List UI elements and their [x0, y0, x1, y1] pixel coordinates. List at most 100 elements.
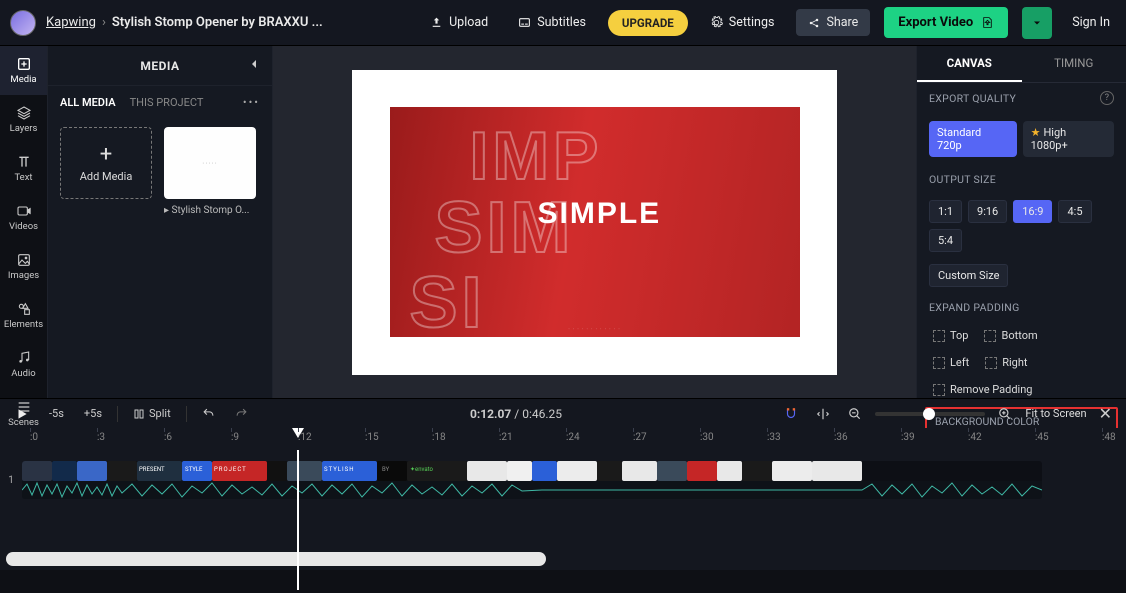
timeline-scrollbar[interactable] — [6, 552, 546, 566]
magnet-icon — [784, 407, 798, 421]
section-output-size: OUTPUT SIZE — [917, 165, 1126, 194]
tab-timing[interactable]: TIMING — [1022, 46, 1126, 82]
topbar: Kapwing › Stylish Stomp Opener by BRAXXU… — [0, 0, 1126, 46]
media-grid: + Add Media ····· ▸ Stylish Stomp O... — [48, 119, 272, 224]
left-rail: Media Layers Text Videos Images Elements… — [0, 46, 48, 398]
quality-high[interactable]: ★High 1080p+ — [1023, 121, 1114, 157]
playhead-line[interactable] — [297, 450, 299, 590]
upload-button[interactable]: Upload — [422, 10, 496, 35]
rail-videos[interactable]: Videos — [0, 193, 47, 242]
rail-layers[interactable]: Layers — [0, 95, 47, 144]
size-16-9[interactable]: 16:9 — [1013, 200, 1052, 223]
redo-button[interactable] — [230, 404, 253, 423]
videos-icon — [16, 203, 32, 219]
label-export-quality: EXPORT QUALITY ? — [929, 91, 1114, 105]
breadcrumb-project[interactable]: Stylish Stomp Opener by BRAXXU ... — [112, 15, 323, 30]
rail-images[interactable]: Images — [0, 242, 47, 291]
size-1-1[interactable]: 1:1 — [929, 200, 962, 223]
video-preview[interactable]: IMP SIM SI SIMPLE · · · · · · · · · · · … — [390, 107, 800, 337]
magnet-button[interactable] — [779, 404, 803, 424]
timeline-body[interactable]: 1 PRESENT STYLE PROJECT STYLISH BY ✦enva… — [0, 450, 1126, 570]
star-icon: ★ — [1031, 126, 1041, 139]
help-icon[interactable]: ? — [1100, 91, 1114, 105]
undo-icon — [202, 407, 215, 420]
track-number: 1 — [0, 475, 22, 486]
export-label: Export Video — [898, 15, 973, 30]
ruler-tick: :39 — [901, 432, 915, 443]
main: Media Layers Text Videos Images Elements… — [0, 46, 1126, 398]
zoom-in-button[interactable] — [993, 404, 1017, 424]
subtitles-icon — [518, 16, 531, 29]
layers-icon — [16, 105, 32, 121]
timecode-total: 0:46.25 — [522, 407, 562, 421]
padding-bottom[interactable]: Bottom — [980, 326, 1041, 345]
upgrade-button[interactable]: UPGRADE — [608, 10, 688, 36]
rail-media[interactable]: Media — [0, 46, 47, 95]
size-9-16[interactable]: 9:16 — [968, 200, 1007, 223]
size-5-4[interactable]: 5:4 — [929, 229, 962, 252]
custom-size-button[interactable]: Custom Size — [929, 264, 1008, 287]
timeline-ruler[interactable]: :0:3:6:9:12:15:18:21:24:27:30:33:36:39:4… — [0, 428, 1126, 450]
back-5s-button[interactable]: -5s — [44, 404, 69, 423]
checkbox-icon — [933, 330, 945, 342]
zoom-slider-knob[interactable] — [923, 408, 935, 420]
media-tab-project[interactable]: THIS PROJECT — [130, 96, 204, 109]
section-export-quality: EXPORT QUALITY ? — [917, 83, 1126, 113]
media-tab-menu[interactable]: ••• — [243, 96, 260, 109]
rail-text[interactable]: Text — [0, 144, 47, 193]
snap-button[interactable] — [811, 404, 835, 424]
forward-5s-button[interactable]: +5s — [79, 404, 107, 423]
preview-watermark: · · · · · · · · · · · · — [568, 327, 620, 333]
export-button[interactable]: Export Video — [884, 7, 1008, 38]
timecode-current: 0:12.07 — [470, 407, 511, 421]
split-icon — [133, 408, 145, 420]
zoom-slider[interactable] — [875, 412, 985, 416]
avatar[interactable] — [10, 10, 36, 36]
zoom-out-button[interactable] — [843, 404, 867, 424]
add-media-button[interactable]: + Add Media — [60, 127, 152, 199]
ruler-tick: :9 — [231, 432, 239, 443]
media-tabs: ALL MEDIA THIS PROJECT ••• — [48, 86, 272, 119]
ruler-tick: :33 — [767, 432, 781, 443]
ruler-tick: :24 — [566, 432, 580, 443]
media-thumb-preview: ····· — [164, 127, 256, 199]
checkbox-icon — [933, 384, 945, 396]
collapse-panel-button[interactable] — [246, 56, 262, 72]
padding-top[interactable]: Top — [929, 326, 972, 345]
top-actions: Upload Subtitles UPGRADE Settings Share … — [422, 7, 1116, 39]
media-thumb[interactable]: ····· ▸ Stylish Stomp O... — [164, 127, 256, 216]
export-dropdown[interactable] — [1022, 7, 1052, 39]
play-button[interactable] — [10, 404, 34, 424]
padding-remove[interactable]: Remove Padding — [929, 380, 1036, 399]
rail-audio[interactable]: Audio — [0, 340, 47, 389]
padding-right[interactable]: Right — [981, 353, 1031, 372]
track-clips[interactable]: PRESENT STYLE PROJECT STYLISH BY ✦envato — [22, 461, 1042, 499]
media-panel-header: MEDIA — [48, 46, 272, 86]
split-button[interactable]: Split — [128, 404, 176, 423]
rail-elements[interactable]: Elements — [0, 291, 47, 340]
canvas-frame: IMP SIM SI SIMPLE · · · · · · · · · · · … — [352, 70, 837, 375]
rail-elements-label: Elements — [4, 319, 43, 330]
signin-link[interactable]: Sign In — [1066, 15, 1116, 30]
size-4-5[interactable]: 4:5 — [1058, 200, 1091, 223]
close-timeline-button[interactable]: ✕ — [1095, 404, 1116, 423]
checkbox-icon — [984, 330, 996, 342]
rail-images-label: Images — [8, 270, 39, 281]
quality-standard[interactable]: Standard 720p — [929, 121, 1017, 157]
fit-to-screen-button[interactable]: Fit to Screen — [1025, 407, 1086, 420]
settings-button[interactable]: Settings — [702, 10, 783, 35]
subtitles-button[interactable]: Subtitles — [510, 10, 594, 35]
padding-left[interactable]: Left — [929, 353, 973, 372]
share-icon — [808, 17, 820, 29]
media-icon — [16, 56, 32, 72]
undo-button[interactable] — [197, 404, 220, 423]
media-thumb-label: ▸ Stylish Stomp O... — [164, 205, 256, 216]
ruler-tick: :12 — [298, 432, 312, 443]
media-tab-all[interactable]: ALL MEDIA — [60, 96, 116, 109]
ruler-tick: :0 — [30, 432, 38, 443]
tab-canvas[interactable]: CANVAS — [917, 46, 1022, 82]
share-button[interactable]: Share — [796, 9, 870, 36]
canvas-area[interactable]: IMP SIM SI SIMPLE · · · · · · · · · · · … — [273, 46, 916, 398]
media-panel-title: MEDIA — [140, 59, 179, 73]
breadcrumb-root[interactable]: Kapwing — [46, 15, 96, 30]
